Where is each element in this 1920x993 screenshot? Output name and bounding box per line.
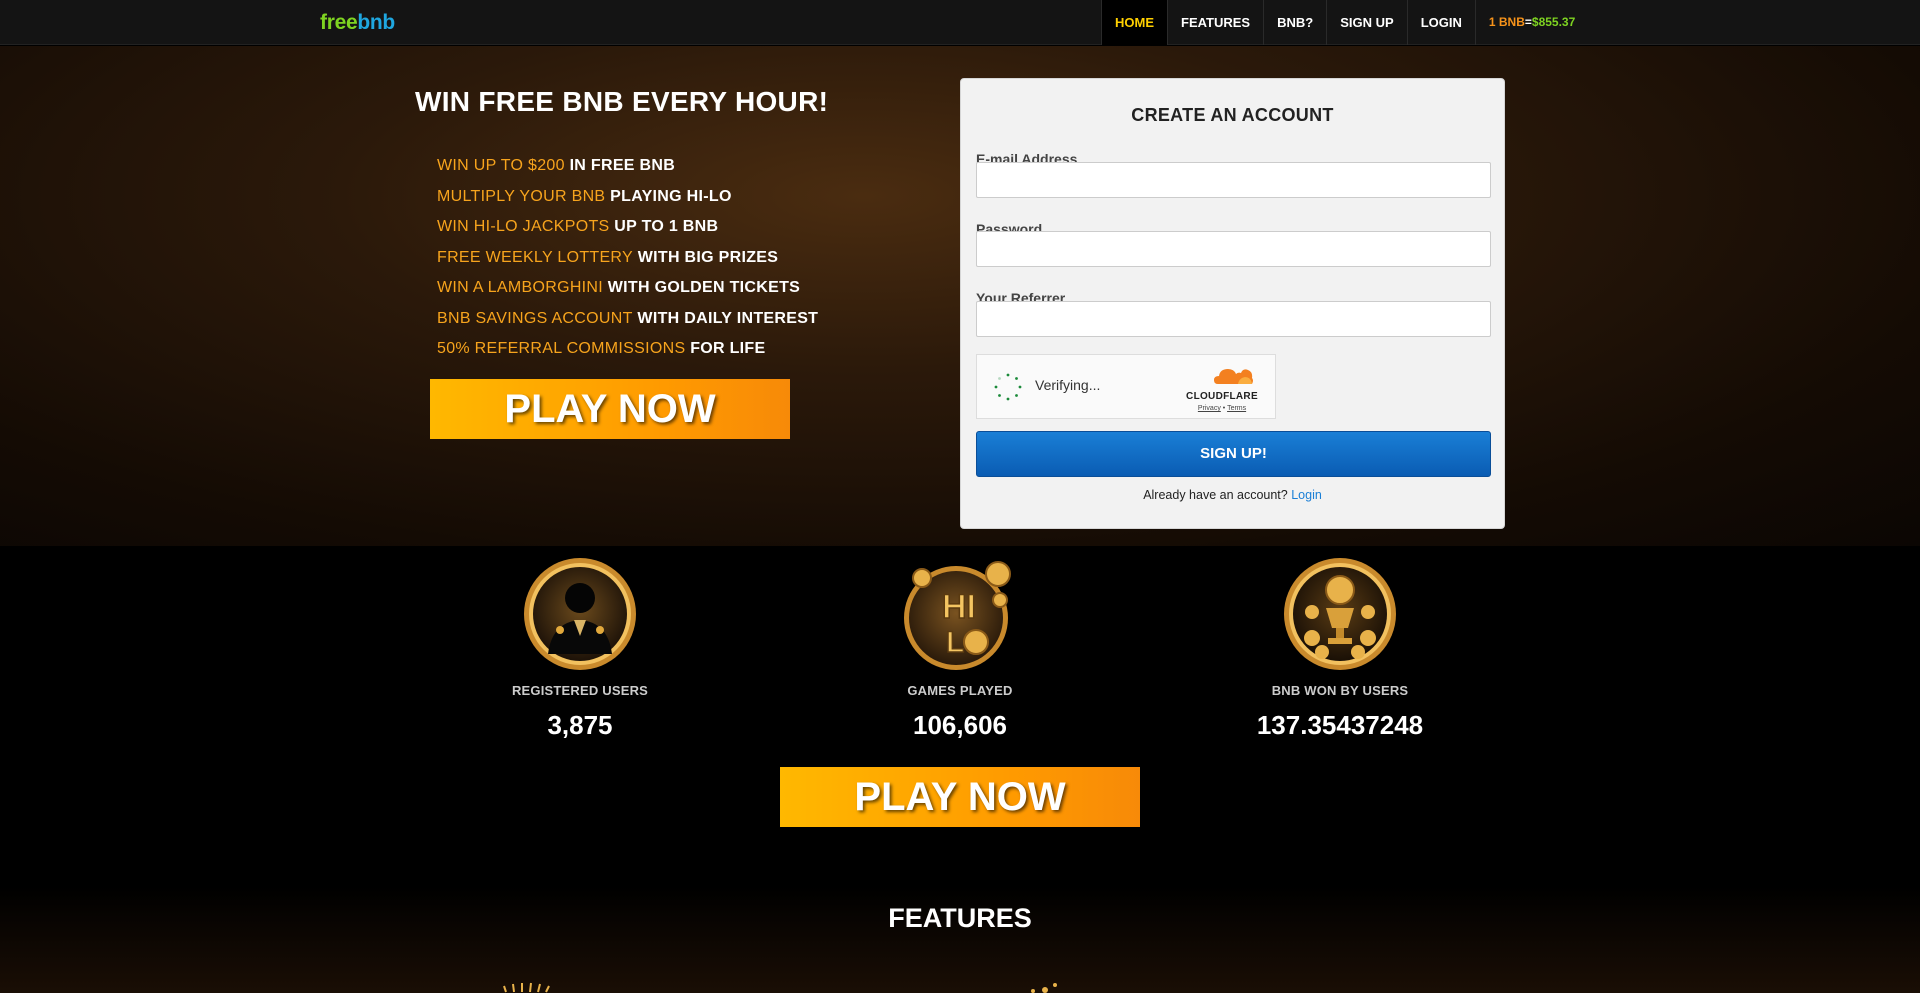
feature-rest: PLAYING HI-LO (610, 187, 732, 205)
password-field[interactable] (976, 231, 1491, 267)
feature-icon-partial-center (1031, 983, 1057, 993)
stat-games-played: HI L GAMES PLAYED 106,606 (810, 556, 1110, 741)
feature-highlight: 50% REFERRAL COMMISSIONS (437, 340, 686, 357)
feature-item: WIN A LAMBORGHINI WITH GOLDEN TICKETS (437, 273, 818, 304)
nav-item-features[interactable]: FEATURES (1167, 0, 1263, 45)
nav-item-login[interactable]: LOGIN (1406, 0, 1475, 45)
feature-highlight: WIN A LAMBORGHINI (437, 279, 604, 296)
cloud-icon (1214, 369, 1253, 384)
feature-highlight: BNB SAVINGS ACCOUNT (437, 309, 633, 327)
captcha-link-separator: • (1222, 405, 1226, 412)
user-icon (524, 558, 636, 670)
cloudflare-logo: CLOUDFLARE Privacy • Terms (1183, 365, 1261, 412)
login-link[interactable]: Login (1291, 488, 1322, 502)
login-prompt: Already have an account? Login (961, 488, 1504, 502)
feature-item: WIN UP TO $200 IN FREE BNB (437, 151, 818, 182)
cloudflare-captcha-widget[interactable]: Verifying... CLOUDFLARE Privacy • Terms (976, 354, 1276, 419)
features-section-title: FEATURES (888, 903, 1032, 933)
nav-item-home[interactable]: HOME (1101, 0, 1167, 45)
stat-value: 3,875 (547, 710, 613, 740)
svg-text:L: L (946, 626, 964, 659)
stats-section: REGISTERED USERS 3,875 HI L GAMES PLAYED… (0, 546, 1920, 993)
price-coin: 1 BNB (1488, 15, 1525, 29)
feature-item: WIN HI-LO JACKPOTS UP TO 1 BNB (437, 212, 818, 243)
nav-item-signup[interactable]: SIGN UP (1326, 0, 1406, 45)
feature-item: FREE WEEKLY LOTTERY WITH BIG PRIZES (437, 243, 818, 274)
captcha-status-text: Verifying... (1035, 377, 1101, 393)
feature-rest: FOR LIFE (690, 340, 766, 357)
logo-free-text: free (320, 11, 358, 34)
price-equals: = (1524, 15, 1532, 29)
cloudflare-wordmark: CLOUDFLARE (1186, 391, 1258, 402)
feature-rest: UP TO 1 BNB (614, 218, 719, 235)
hero-feature-list: WIN UP TO $200 IN FREE BNB MULTIPLY YOUR… (437, 151, 818, 365)
feature-highlight: FREE WEEKLY LOTTERY (437, 248, 633, 266)
stat-bnb-won: BNB WON BY USERS 137.35437248 (1190, 556, 1490, 741)
feature-item: BNB SAVINGS ACCOUNT WITH DAILY INTEREST (437, 304, 818, 335)
stat-value: 106,606 (913, 710, 1007, 740)
feature-highlight: WIN UP TO $200 (437, 157, 565, 174)
signup-submit-button[interactable]: SIGN UP! (976, 431, 1491, 477)
stat-label: BNB WON BY USERS (1271, 683, 1409, 698)
feature-icon-partial-left (503, 982, 550, 993)
play-now-button-stats[interactable]: PLAY NOW (780, 767, 1140, 827)
logo-bnb-text: bnb (357, 11, 395, 34)
bnb-price-ticker: 1 BNB=$855.37 (1474, 0, 1588, 45)
trophy-icon (1284, 558, 1396, 670)
top-navbar: freebnb HOME FEATURES BNB? SIGN UP LOGIN… (0, 0, 1920, 45)
captcha-links: Privacy • Terms (1183, 405, 1261, 412)
login-prompt-text: Already have an account? (1143, 488, 1288, 502)
nav-menu: HOME FEATURES BNB? SIGN UP LOGIN 1 BNB=$… (1101, 0, 1588, 45)
feature-highlight: MULTIPLY YOUR BNB (437, 187, 606, 205)
stat-label: REGISTERED USERS (511, 683, 649, 698)
captcha-terms-link[interactable]: Terms (1227, 405, 1246, 412)
form-title: CREATE AN ACCOUNT (1131, 105, 1334, 125)
create-account-form: CREATE AN ACCOUNT E-mail Address Passwor… (960, 78, 1505, 529)
hero-title: WIN FREE BNB EVERY HOUR! (415, 86, 829, 117)
feature-rest: WITH DAILY INTEREST (637, 309, 819, 327)
spinner-icon (994, 373, 1022, 401)
svg-text:HI: HI (942, 588, 976, 626)
hilo-icon: HI L (904, 561, 1011, 670)
stat-value: 137.35437248 (1256, 710, 1424, 740)
referrer-field[interactable] (976, 301, 1491, 337)
hero-section: WIN FREE BNB EVERY HOUR! WIN UP TO $200 … (0, 46, 1920, 546)
price-usd: $855.37 (1531, 15, 1576, 29)
stat-label: GAMES PLAYED (907, 683, 1013, 698)
freebnb-logo[interactable]: freebnb (320, 11, 395, 35)
captcha-privacy-link[interactable]: Privacy (1198, 405, 1221, 412)
feature-rest: WITH BIG PRIZES (637, 248, 779, 266)
feature-item: MULTIPLY YOUR BNB PLAYING HI-LO (437, 182, 818, 213)
play-now-button-hero[interactable]: PLAY NOW (430, 379, 790, 439)
feature-item: 50% REFERRAL COMMISSIONS FOR LIFE (437, 334, 818, 365)
email-field[interactable] (976, 162, 1491, 198)
feature-rest: IN FREE BNB (569, 157, 676, 174)
feature-rest: WITH GOLDEN TICKETS (607, 279, 801, 296)
stat-registered-users: REGISTERED USERS 3,875 (430, 556, 730, 741)
nav-item-bnb[interactable]: BNB? (1263, 0, 1326, 45)
feature-highlight: WIN HI-LO JACKPOTS (437, 218, 610, 235)
